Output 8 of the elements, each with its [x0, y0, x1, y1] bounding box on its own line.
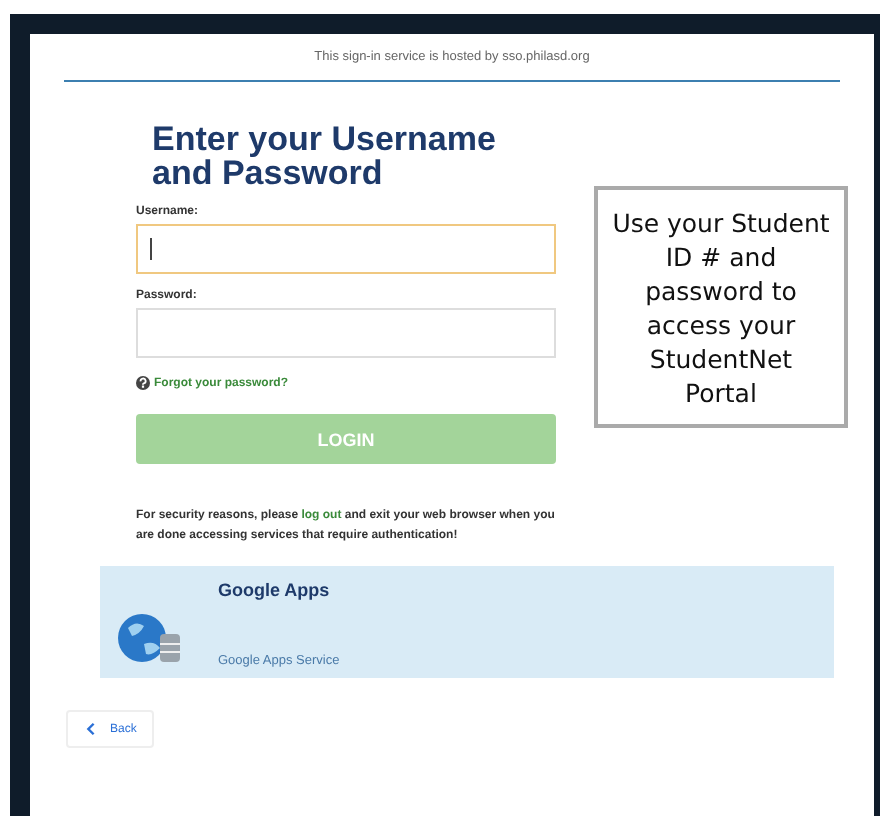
- input-field[interactable]: [136, 308, 556, 358]
- globe-server-icon: [116, 610, 184, 666]
- page-title: Enter your Username and Password: [152, 122, 498, 190]
- callout-box: Use your Student ID # and password to access your StudentNet Portal: [594, 186, 848, 428]
- input-field[interactable]: [136, 224, 556, 274]
- chevron-left-icon: [86, 722, 96, 736]
- help-icon: [136, 376, 150, 390]
- service-name: Google Apps: [218, 580, 332, 600]
